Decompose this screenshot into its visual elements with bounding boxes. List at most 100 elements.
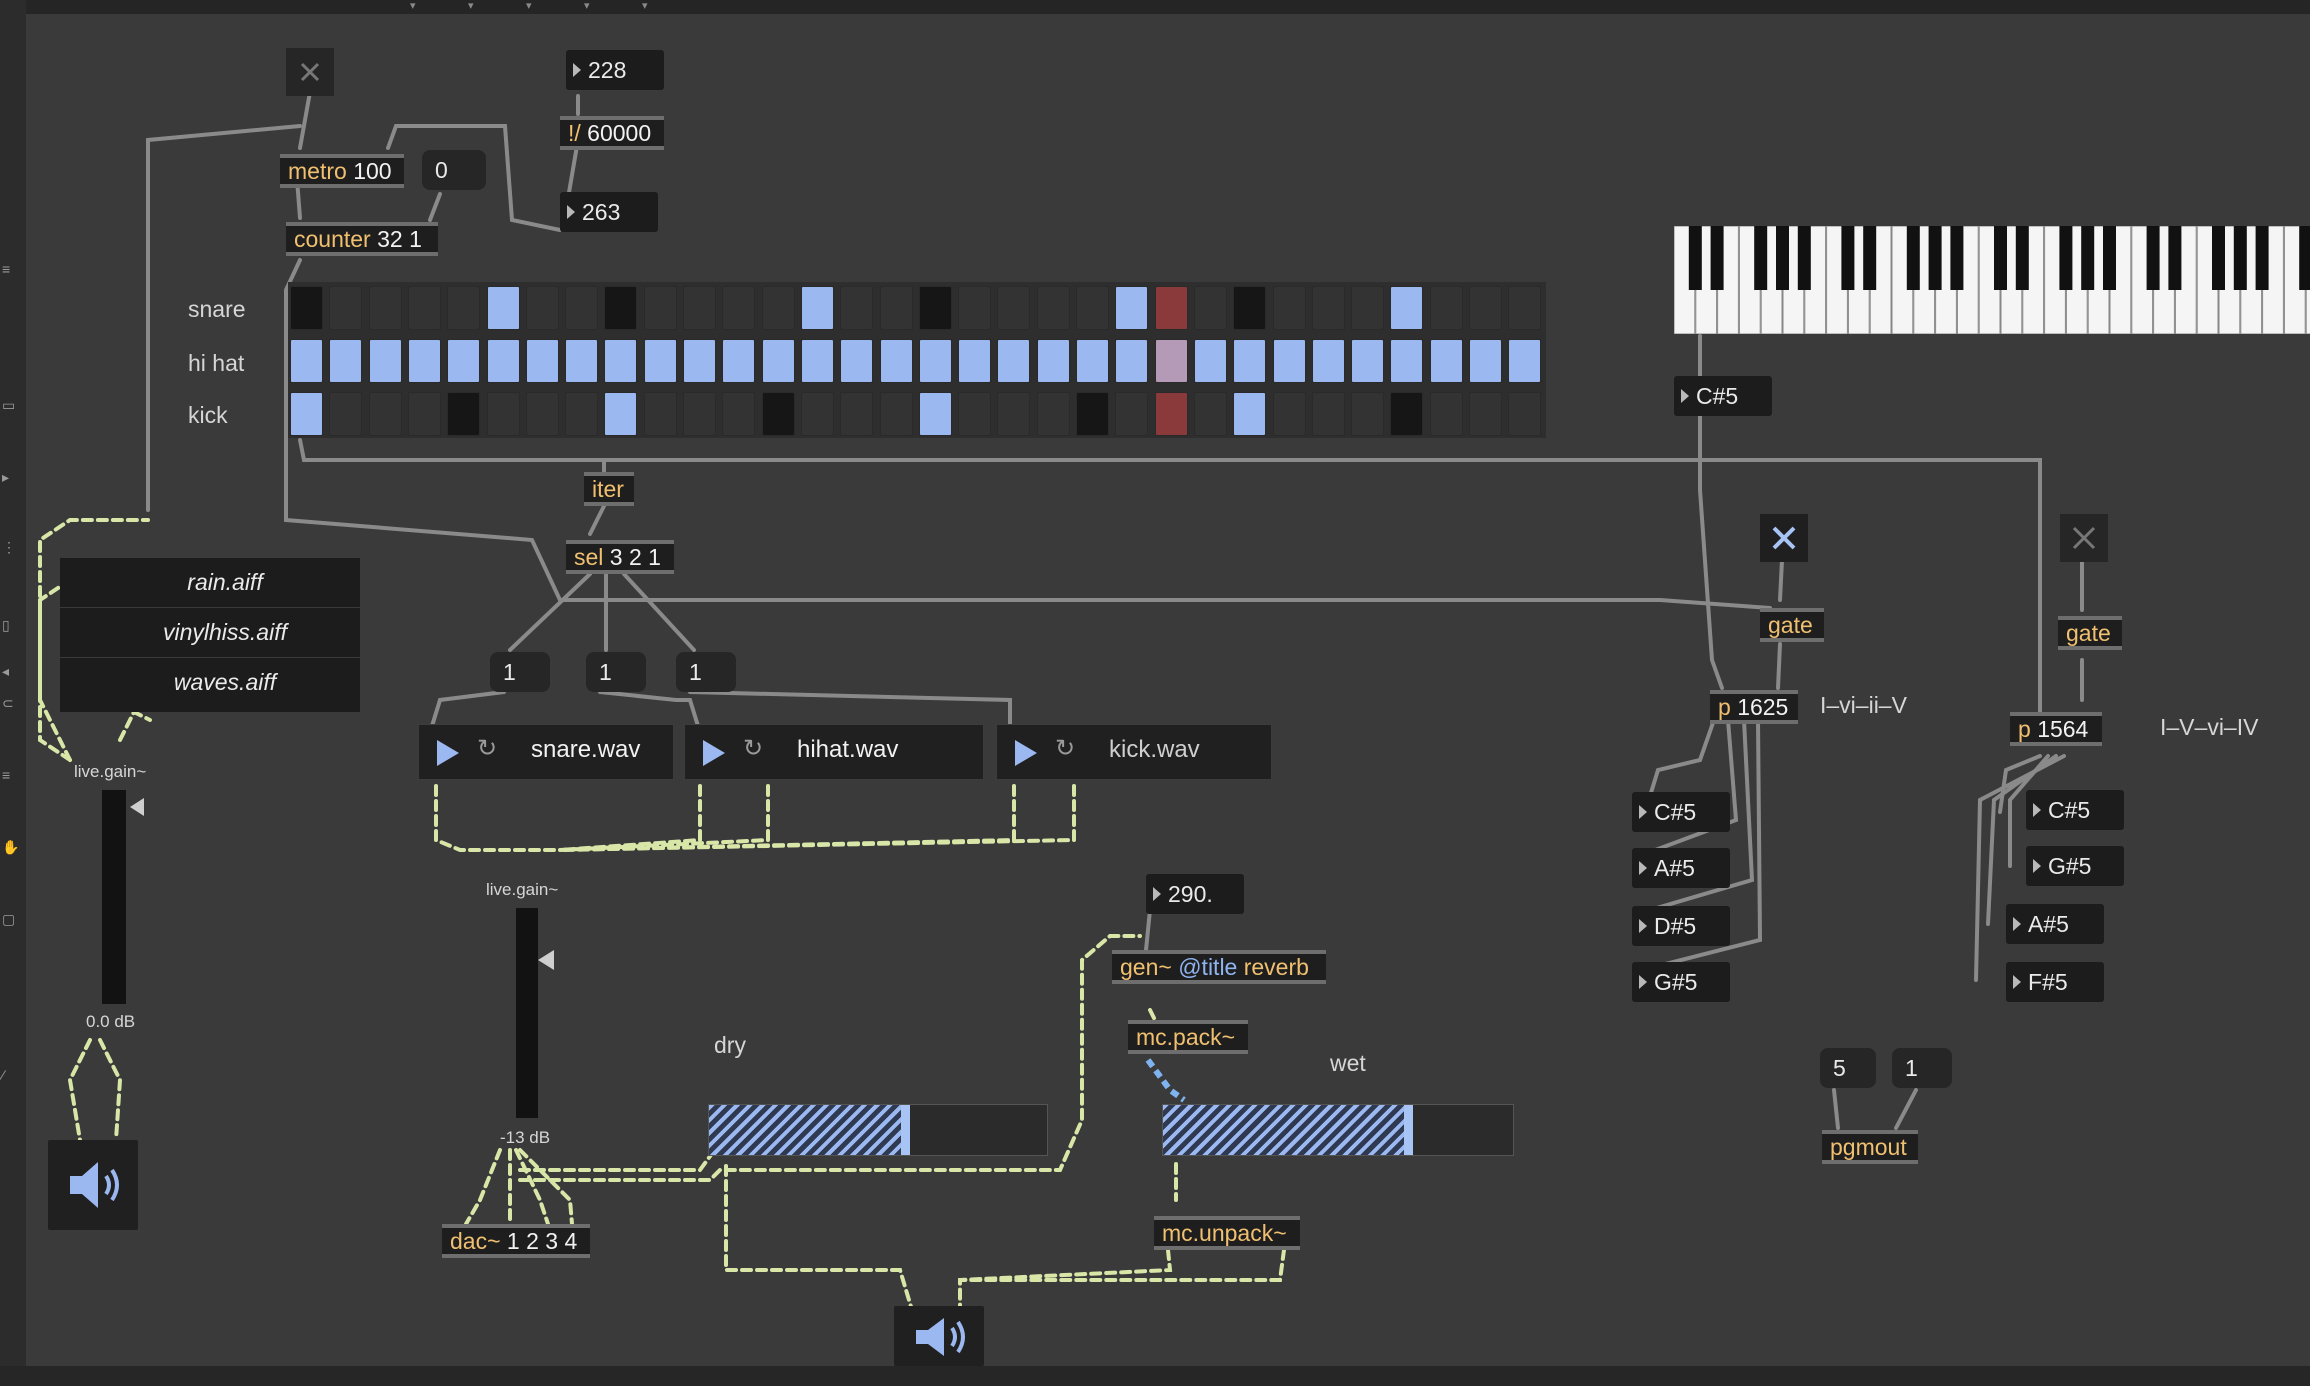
seq-step[interactable] [958, 286, 992, 330]
seq-step[interactable] [447, 392, 481, 436]
seq-step[interactable] [958, 392, 992, 436]
pgmout-object[interactable]: pgmout [1822, 1130, 1918, 1164]
trigger-message[interactable]: 1 [676, 652, 736, 692]
seq-step[interactable] [1154, 339, 1188, 383]
seq-step[interactable] [997, 339, 1031, 383]
seq-step[interactable] [329, 339, 363, 383]
seq-step[interactable] [407, 286, 441, 330]
seq-step[interactable] [840, 339, 874, 383]
sample-player[interactable]: ↻ kick.wav [996, 724, 1272, 780]
seq-step[interactable] [604, 286, 638, 330]
seq-step[interactable] [1193, 286, 1227, 330]
seq-step[interactable] [1154, 286, 1188, 330]
seq-step[interactable] [1311, 392, 1345, 436]
seq-step[interactable] [604, 392, 638, 436]
sample-player[interactable]: ↻ snare.wav [418, 724, 674, 780]
seq-step[interactable] [761, 339, 795, 383]
seq-step[interactable] [879, 286, 913, 330]
seq-step[interactable] [1115, 286, 1149, 330]
ms-number-box[interactable]: 228 [566, 50, 664, 90]
seq-step[interactable] [486, 392, 520, 436]
seq-step[interactable] [958, 339, 992, 383]
black-key[interactable] [1841, 226, 1855, 290]
black-key[interactable] [1863, 226, 1877, 290]
seq-step[interactable] [761, 392, 795, 436]
prog1-subpatch[interactable]: p 1625 [1710, 690, 1798, 724]
keyboard-note-box[interactable]: C#5 [1674, 376, 1772, 416]
seq-step[interactable] [1351, 286, 1385, 330]
seq-step[interactable] [1233, 286, 1267, 330]
bpm-number-box[interactable]: 263 [560, 192, 658, 232]
seq-step[interactable] [290, 392, 323, 436]
seq-step[interactable] [918, 392, 952, 436]
step-sequencer[interactable] [288, 282, 1546, 438]
gain-slider-icon[interactable] [126, 796, 148, 818]
black-key[interactable] [2103, 226, 2116, 290]
trigger-message[interactable]: 1 [586, 652, 646, 692]
seq-step[interactable] [329, 392, 363, 436]
seq-step[interactable] [1076, 392, 1109, 436]
seq-step[interactable] [800, 392, 834, 436]
black-key[interactable] [2299, 226, 2310, 290]
trigger-message[interactable]: 1 [490, 652, 550, 692]
note-number-box[interactable]: C#5 [2026, 790, 2124, 830]
play-icon[interactable] [437, 740, 459, 766]
black-key[interactable] [2233, 226, 2247, 290]
prog2-subpatch[interactable]: p 1564 [2010, 712, 2102, 746]
seq-step[interactable] [1469, 286, 1502, 330]
note-number-box[interactable]: A#5 [2006, 904, 2104, 944]
gate-toggle-2[interactable] [2060, 514, 2108, 562]
seq-step[interactable] [407, 339, 441, 383]
seq-step[interactable] [918, 286, 952, 330]
seq-step[interactable] [761, 286, 795, 330]
play-icon[interactable] [703, 740, 725, 766]
divide-object[interactable]: !/ 60000 [560, 116, 664, 150]
counter-object[interactable]: counter 32 1 [286, 222, 438, 256]
seq-step[interactable] [486, 339, 520, 383]
seq-step[interactable] [997, 392, 1031, 436]
seq-step[interactable] [683, 392, 716, 436]
seq-step[interactable] [879, 339, 913, 383]
wet-level-slider[interactable] [1162, 1104, 1514, 1156]
umenu-item[interactable]: rain.aiff [60, 558, 360, 608]
seq-step[interactable] [643, 286, 677, 330]
seq-step[interactable] [997, 286, 1031, 330]
black-key[interactable] [2255, 226, 2269, 290]
seq-step[interactable] [643, 392, 677, 436]
seq-step[interactable] [486, 286, 520, 330]
mc-unpack-object[interactable]: mc.unpack~ [1154, 1216, 1300, 1250]
seq-step[interactable] [1233, 392, 1267, 436]
reverb-number-box[interactable]: 290. [1146, 874, 1244, 914]
seq-step[interactable] [447, 339, 481, 383]
mc-pack-object[interactable]: mc.pack~ [1128, 1020, 1248, 1054]
seq-step[interactable] [1351, 392, 1385, 436]
seq-step[interactable] [565, 286, 599, 330]
black-key[interactable] [1906, 226, 1920, 290]
dac-object[interactable]: dac~ 1 2 3 4 [442, 1224, 590, 1258]
black-key[interactable] [2081, 226, 2095, 290]
seq-step[interactable] [840, 392, 874, 436]
black-key[interactable] [1994, 226, 2007, 290]
black-key[interactable] [2015, 226, 2029, 290]
seq-step[interactable] [407, 392, 441, 436]
seq-step[interactable] [1390, 392, 1424, 436]
seq-step[interactable] [1469, 339, 1502, 383]
iter-object[interactable]: iter [584, 472, 634, 506]
black-key[interactable] [2168, 226, 2182, 290]
loop-icon[interactable]: ↻ [477, 736, 503, 762]
sample-player[interactable]: ↻ hihat.wav [684, 724, 984, 780]
seq-step[interactable] [1351, 339, 1385, 383]
seq-step[interactable] [368, 339, 402, 383]
slider-knob[interactable] [1404, 1105, 1413, 1155]
umenu-item[interactable]: vinylhiss.aiff [60, 608, 360, 658]
seq-step[interactable] [1390, 339, 1424, 383]
loop-icon[interactable]: ↻ [743, 736, 769, 762]
black-key[interactable] [1710, 226, 1724, 290]
black-key[interactable] [1688, 226, 1702, 290]
seq-step[interactable] [604, 339, 638, 383]
seq-step[interactable] [1508, 286, 1542, 330]
seq-step[interactable] [290, 339, 323, 383]
seq-step[interactable] [1311, 286, 1345, 330]
seq-step[interactable] [1469, 392, 1502, 436]
seq-step[interactable] [643, 339, 677, 383]
